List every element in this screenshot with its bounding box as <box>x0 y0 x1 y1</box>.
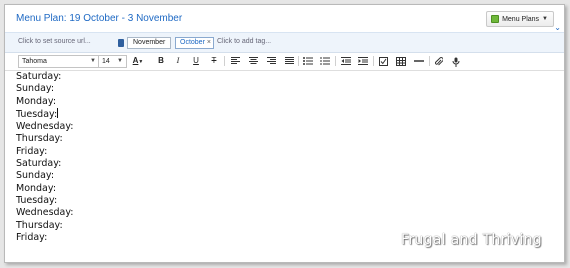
align-left-button[interactable] <box>229 55 241 67</box>
note-title[interactable]: Menu Plan: 19 October - 3 November <box>16 13 182 24</box>
expand-chevron-icon[interactable]: ⌄ <box>554 23 561 32</box>
note-line: Saturday: <box>16 71 62 82</box>
align-justify-icon <box>284 57 294 64</box>
align-justify-button[interactable] <box>283 55 295 67</box>
tag-chip[interactable]: October × <box>175 37 214 49</box>
source-url-field[interactable]: Click to set source url... <box>18 38 91 45</box>
notebook-name: November <box>127 37 172 49</box>
notebook-menu-button[interactable]: Menu Plans ▼ <box>486 11 554 27</box>
note-line: Thursday: <box>16 133 63 145</box>
indent-icon <box>358 57 368 65</box>
notebook-icon <box>118 39 124 47</box>
text-cursor <box>57 107 59 118</box>
outdent-icon <box>341 57 351 65</box>
caret-down-icon: ▼ <box>542 16 548 22</box>
note-line: Wednesday: <box>16 207 74 219</box>
note-metadata-bar: Click to set source url... November Octo… <box>5 33 564 53</box>
microphone-icon <box>452 57 460 67</box>
bulleted-list-icon <box>303 57 313 65</box>
font-family-select[interactable]: Tahoma ▼ <box>18 55 100 68</box>
toolbar-divider <box>429 56 430 66</box>
note-line: Monday: <box>16 95 57 107</box>
align-center-button[interactable] <box>247 55 259 67</box>
note-editor-window: Menu Plan: 19 October - 3 November Menu … <box>4 4 565 263</box>
note-title-bar: Menu Plan: 19 October - 3 November Menu … <box>5 5 564 33</box>
attach-file-button[interactable] <box>433 55 445 67</box>
notebook-selector[interactable]: November <box>118 37 172 49</box>
align-left-icon <box>230 57 240 64</box>
remove-tag-icon[interactable]: × <box>207 38 211 48</box>
watermark-text: Frugal and Thriving <box>401 232 542 248</box>
note-line: Saturday: <box>16 158 62 170</box>
audio-record-button[interactable] <box>450 55 462 67</box>
bold-button[interactable]: B <box>155 55 167 67</box>
table-icon <box>396 57 406 66</box>
numbered-list-button[interactable] <box>319 55 331 67</box>
text-color-button[interactable]: A▼ <box>129 55 147 67</box>
notebook-menu-label: Menu Plans <box>502 15 540 23</box>
caret-down-icon: ▼ <box>90 58 96 64</box>
toolbar-divider <box>335 56 336 66</box>
toolbar-divider <box>298 56 299 66</box>
tag-label: October <box>180 39 205 46</box>
underline-button[interactable]: U <box>190 55 202 67</box>
caret-down-icon: ▼ <box>138 59 144 65</box>
toolbar-divider <box>224 56 225 66</box>
font-size-value: 14 <box>102 58 110 65</box>
align-center-icon <box>248 57 258 64</box>
add-tag-field[interactable]: Click to add tag... <box>217 38 271 45</box>
italic-button[interactable]: I <box>172 55 184 67</box>
horizontal-rule-icon <box>414 60 424 62</box>
insert-table-button[interactable] <box>395 55 407 67</box>
note-line-text: Tuesday: <box>16 108 58 120</box>
strikethrough-button[interactable]: T <box>208 55 220 67</box>
horizontal-rule-button[interactable] <box>413 55 425 67</box>
attachment-icon <box>435 57 443 66</box>
checkbox-button[interactable] <box>377 55 389 67</box>
note-line: Thursday: <box>16 219 63 231</box>
note-line-with-cursor: Tuesday: <box>16 107 558 121</box>
note-line: Sunday: <box>16 83 55 95</box>
numbered-list-icon <box>320 57 330 65</box>
note-line: Sunday: <box>16 170 55 182</box>
outdent-button[interactable] <box>340 55 352 67</box>
note-line: Tuesday: <box>16 194 58 206</box>
evernote-notebook-icon <box>491 15 500 23</box>
align-right-icon <box>266 57 276 64</box>
bulleted-list-button[interactable] <box>302 55 314 67</box>
formatting-toolbar: Tahoma ▼ 14 ▼ A▼ B I U T <box>5 53 564 71</box>
caret-down-icon: ▼ <box>117 58 123 64</box>
note-line: Monday: <box>16 182 57 194</box>
note-line: Friday: <box>16 145 48 157</box>
checkbox-icon <box>378 57 388 66</box>
note-line: Wednesday: <box>16 121 74 133</box>
toolbar-divider <box>373 56 374 66</box>
font-family-value: Tahoma <box>22 58 47 65</box>
font-size-select[interactable]: 14 ▼ <box>98 55 127 68</box>
align-right-button[interactable] <box>265 55 277 67</box>
indent-button[interactable] <box>357 55 369 67</box>
